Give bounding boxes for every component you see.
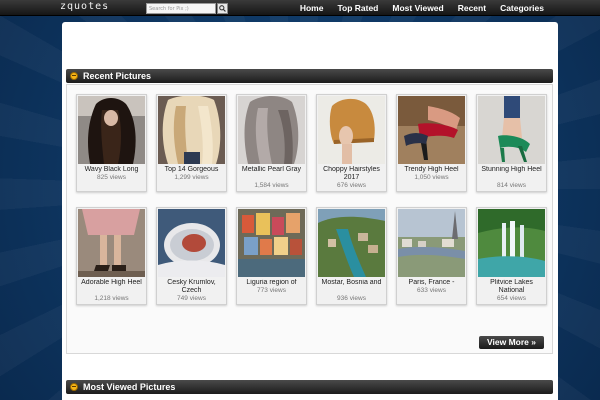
picture-thumbnail[interactable] <box>398 96 465 164</box>
picture-views: 1,299 views <box>174 174 209 181</box>
picture-title[interactable]: Plitvice Lakes National <box>478 279 545 295</box>
most-viewed-pictures-header: Most Viewed Pictures <box>66 380 553 394</box>
picture-title[interactable]: Cesky Krumlov, Czech <box>158 279 225 295</box>
picture-thumbnail[interactable] <box>158 209 225 277</box>
picture-views: 773 views <box>257 287 286 294</box>
picture-views: 814 views <box>497 182 526 189</box>
picture-views: 936 views <box>337 295 366 302</box>
picture-thumbnail[interactable] <box>478 96 545 164</box>
picture-card[interactable]: Paris, France - 633 views <box>396 207 467 305</box>
picture-card[interactable]: Cesky Krumlov, Czech 749 views <box>156 207 227 305</box>
view-more-button[interactable]: View More » <box>479 336 544 349</box>
recent-pictures-panel: Wavy Black Long 825 views Top 14 Gorgeou… <box>66 84 553 354</box>
picture-views: 1,218 views <box>94 295 129 302</box>
top-navigation-bar: zquotes Home Top Rated Most Viewed Recen… <box>0 0 600 16</box>
picture-thumbnail[interactable] <box>78 209 145 277</box>
nav-home[interactable]: Home <box>300 0 324 16</box>
picture-title[interactable]: Trendy High Heel <box>398 166 465 174</box>
picture-thumbnail[interactable] <box>238 96 305 164</box>
picture-title[interactable]: Paris, France - <box>398 279 465 287</box>
main-nav: Home Top Rated Most Viewed Recent Catego… <box>300 0 544 16</box>
picture-card[interactable]: Choppy Hairstyles 2017 676 views <box>316 94 387 192</box>
picture-title[interactable]: Choppy Hairstyles 2017 <box>318 166 385 182</box>
picture-views: 1,584 views <box>254 182 289 189</box>
section-title-most-viewed: Most Viewed Pictures <box>83 382 176 392</box>
nav-categories[interactable]: Categories <box>500 0 544 16</box>
nav-recent[interactable]: Recent <box>458 0 486 16</box>
picture-thumbnail[interactable] <box>398 209 465 277</box>
picture-card[interactable]: Metallic Pearl Gray 1,584 views <box>236 94 307 192</box>
picture-thumbnail[interactable] <box>238 209 305 277</box>
search-bar <box>146 3 228 14</box>
picture-views: 749 views <box>177 295 206 302</box>
search-button[interactable] <box>217 3 228 14</box>
smiley-icon <box>70 72 78 80</box>
picture-card[interactable]: Adorable High Heel 1,218 views <box>76 207 147 305</box>
picture-card[interactable]: Stunning High Heel 814 views <box>476 94 547 192</box>
search-icon <box>219 5 226 12</box>
picture-title[interactable]: Liguria region of <box>238 279 305 287</box>
picture-views: 1,050 views <box>414 174 449 181</box>
picture-thumbnail[interactable] <box>478 209 545 277</box>
picture-card[interactable]: Trendy High Heel 1,050 views <box>396 94 467 192</box>
search-input[interactable] <box>146 3 216 14</box>
picture-views: 654 views <box>497 295 526 302</box>
picture-title[interactable]: Adorable High Heel <box>78 279 145 287</box>
nav-top-rated[interactable]: Top Rated <box>337 0 378 16</box>
picture-title[interactable]: Mostar, Bosnia and <box>318 279 385 287</box>
picture-views: 825 views <box>97 174 126 181</box>
picture-thumbnail[interactable] <box>158 96 225 164</box>
recent-pictures-header: Recent Pictures <box>66 69 553 83</box>
picture-title[interactable]: Stunning High Heel <box>478 166 545 174</box>
picture-thumbnail[interactable] <box>318 96 385 164</box>
main-content: Recent Pictures Wavy Black Long 825 view… <box>62 22 558 400</box>
picture-views: 676 views <box>337 182 366 189</box>
picture-views: 633 views <box>417 287 446 294</box>
picture-card[interactable]: Plitvice Lakes National 654 views <box>476 207 547 305</box>
picture-title[interactable]: Top 14 Gorgeous <box>158 166 225 174</box>
picture-title[interactable]: Metallic Pearl Gray <box>238 166 305 174</box>
picture-card[interactable]: Top 14 Gorgeous 1,299 views <box>156 94 227 192</box>
picture-thumbnail[interactable] <box>78 96 145 164</box>
picture-card[interactable]: Mostar, Bosnia and 936 views <box>316 207 387 305</box>
picture-thumbnail[interactable] <box>318 209 385 277</box>
picture-title[interactable]: Wavy Black Long <box>78 166 145 174</box>
section-title-recent: Recent Pictures <box>83 71 152 81</box>
picture-card[interactable]: Wavy Black Long 825 views <box>76 94 147 192</box>
picture-card[interactable]: Liguria region of 773 views <box>236 207 307 305</box>
site-logo[interactable]: zquotes <box>60 0 109 14</box>
smiley-icon <box>70 383 78 391</box>
nav-most-viewed[interactable]: Most Viewed <box>392 0 443 16</box>
